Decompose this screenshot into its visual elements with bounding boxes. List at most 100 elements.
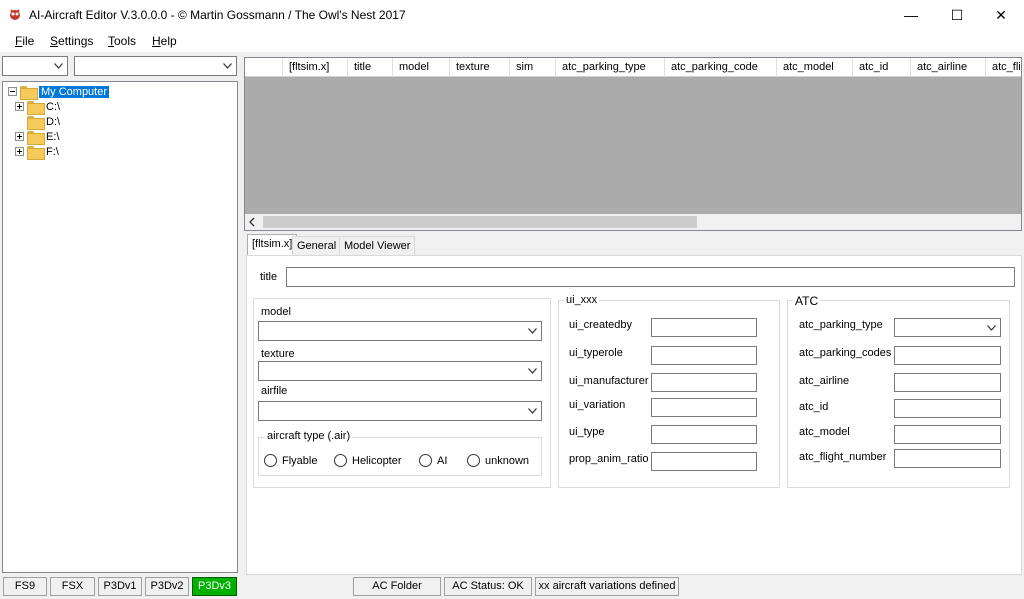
sim-button-p3dv2[interactable]: P3Dv2 — [145, 577, 189, 596]
ui-createdby-input[interactable] — [651, 318, 757, 337]
scrollbar-thumb[interactable] — [263, 216, 697, 228]
atc-model-label: atc_model — [799, 426, 850, 438]
ui-typerole-input[interactable] — [651, 346, 757, 365]
radio-flyable-label: Flyable — [282, 455, 318, 467]
column-header[interactable]: atc_parking_type — [556, 58, 665, 77]
menu-help[interactable]: Help — [152, 34, 177, 48]
menu-settings-rest: ettings — [58, 34, 94, 48]
folder-icon — [27, 145, 45, 160]
atc-parking-type-label: atc_parking_type — [799, 319, 883, 331]
ui-manufacturer-input[interactable] — [651, 373, 757, 392]
owl-icon — [10, 9, 20, 20]
tree-item-label: D:\ — [46, 115, 61, 128]
radio-ai[interactable] — [419, 454, 432, 467]
column-header[interactable]: sim — [510, 58, 556, 77]
folder-icon — [27, 115, 45, 130]
ui-variation-input[interactable] — [651, 398, 757, 417]
texture-label: texture — [261, 348, 295, 360]
ui-typerole-label: ui_typerole — [569, 347, 623, 359]
atc-id-label: atc_id — [799, 401, 829, 413]
column-header[interactable]: model — [393, 58, 450, 77]
tab-model-viewer[interactable]: Model Viewer — [339, 236, 416, 255]
menu-help-accel: H — [152, 34, 161, 48]
chevron-down-icon — [987, 324, 996, 331]
menu-settings[interactable]: Settings — [50, 34, 93, 48]
column-header[interactable]: texture — [450, 58, 510, 77]
sim-button-p3dv3[interactable]: P3Dv3 — [192, 577, 237, 596]
folder-icon — [27, 130, 45, 145]
column-header[interactable]: atc_flig — [986, 58, 1021, 77]
tree-item-my-computer[interactable]: My Computer — [8, 84, 110, 100]
menu-file[interactable]: File — [15, 34, 34, 48]
model-combo[interactable] — [258, 321, 542, 341]
atc-model-input[interactable] — [894, 425, 1001, 444]
aircraft-type-caption: aircraft type (.air) — [265, 430, 353, 442]
plus-box-icon[interactable] — [15, 102, 24, 111]
prop-anim-ratio-input[interactable] — [651, 452, 757, 471]
texture-combo[interactable] — [258, 361, 542, 381]
radio-helicopter[interactable] — [334, 454, 347, 467]
radio-unknown-label: unknown — [485, 455, 530, 467]
folder-tree[interactable]: My Computer C:\ D:\ E:\ F:\ — [2, 81, 238, 573]
plus-box-icon[interactable] — [15, 147, 24, 156]
tab-general[interactable]: General — [292, 236, 342, 255]
plus-box-icon[interactable] — [15, 132, 24, 141]
atc-id-input[interactable] — [894, 399, 1001, 418]
sim-button-p3dv1[interactable]: P3Dv1 — [98, 577, 142, 596]
maximize-button[interactable]: ☐ — [934, 0, 980, 30]
menu-file-rest: ile — [22, 34, 35, 48]
atc-parking-codes-input[interactable] — [894, 346, 1001, 365]
column-header[interactable]: [fltsim.x] — [283, 58, 348, 77]
tree-item-drive-d[interactable]: D:\ — [27, 114, 61, 130]
menu-help-rest: elp — [160, 34, 177, 48]
chevron-left-icon[interactable] — [248, 217, 256, 227]
airfile-label: airfile — [261, 385, 288, 397]
atc-flight-number-label: atc_flight_number — [799, 451, 887, 463]
menu-settings-accel: S — [50, 34, 59, 48]
minus-box-icon[interactable] — [8, 87, 17, 96]
tree-item-label: E:\ — [46, 130, 60, 143]
ui-type-input[interactable] — [651, 425, 757, 444]
radio-unknown[interactable] — [467, 454, 480, 467]
chevron-down-icon — [528, 328, 537, 334]
sim-button-fs9[interactable]: FS9 — [3, 577, 47, 596]
atc-flight-number-input[interactable] — [894, 449, 1001, 468]
sim-button-fsx[interactable]: FSX — [50, 577, 95, 596]
ac-status: AC Status: OK — [444, 577, 532, 596]
drive-filter-combo[interactable] — [2, 56, 68, 76]
ui-createdby-label: ui_createdby — [569, 319, 632, 331]
column-header[interactable]: atc_parking_code — [665, 58, 777, 77]
tree-item-drive-e[interactable]: E:\ — [15, 129, 60, 145]
column-header[interactable]: atc_model — [777, 58, 853, 77]
atc-parking-type-combo[interactable] — [894, 318, 1001, 337]
ui-variation-label: ui_variation — [569, 399, 626, 411]
aircraft-grid[interactable]: [fltsim.x] title model texture sim atc_p… — [244, 57, 1022, 231]
radio-flyable[interactable] — [264, 454, 277, 467]
title-input[interactable] — [286, 267, 1015, 287]
menu-tools-rest: ools — [114, 34, 137, 48]
close-button[interactable]: ✕ — [978, 0, 1024, 30]
tab-fltsim[interactable]: [fltsim.x] — [247, 234, 298, 256]
minimize-button[interactable]: — — [888, 0, 934, 30]
chevron-down-icon — [528, 408, 537, 414]
column-header[interactable]: title — [348, 58, 393, 77]
folder-icon — [27, 100, 45, 115]
prop-anim-ratio-label: prop_anim_ratio — [569, 453, 649, 465]
title-label: title — [260, 271, 278, 283]
column-header[interactable]: atc_id — [853, 58, 911, 77]
chevron-down-icon — [54, 63, 63, 69]
variations-status: xx aircraft variations defined — [535, 577, 679, 596]
tree-item-drive-f[interactable]: F:\ — [15, 144, 59, 160]
folder-filter-combo[interactable] — [74, 56, 237, 76]
tree-item-label: C:\ — [46, 100, 61, 113]
menu-tools[interactable]: Tools — [108, 34, 136, 48]
tree-item-drive-c[interactable]: C:\ — [15, 99, 61, 115]
atc-airline-label: atc_airline — [799, 375, 850, 387]
ac-folder-status[interactable]: AC Folder — [353, 577, 441, 596]
chevron-down-icon — [528, 368, 537, 374]
airfile-combo[interactable] — [258, 401, 542, 421]
atc-parking-codes-label: atc_parking_codes — [799, 347, 892, 359]
window-title: AI-Aircraft Editor V.3.0.0.0 - © Martin … — [29, 8, 406, 22]
atc-airline-input[interactable] — [894, 373, 1001, 392]
column-header[interactable]: atc_airline — [911, 58, 986, 77]
